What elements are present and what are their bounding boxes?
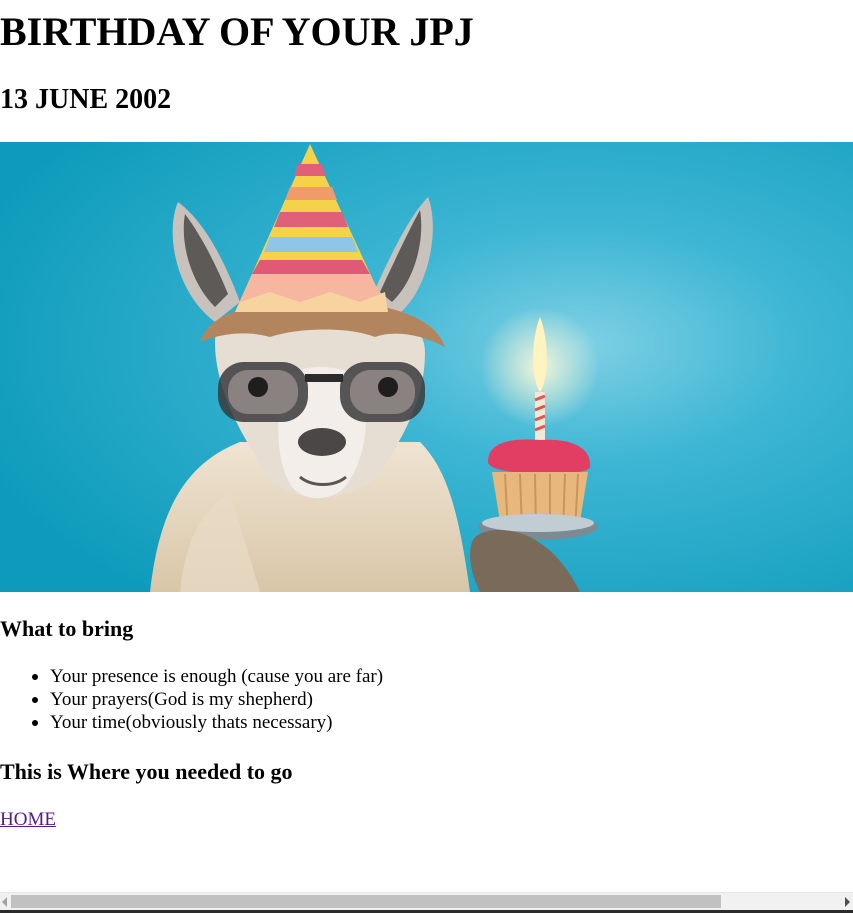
page-title: BIRTHDAY OF YOUR JPJ [0,9,474,54]
list-item: Your prayers(God is my shepherd) [0,688,383,711]
bullet-icon [32,697,38,703]
list-item-text: Your presence is enough (cause you are f… [50,666,384,687]
home-link[interactable]: HOME [0,808,56,831]
where-heading: This is Where you needed to go [0,759,293,784]
list-item: Your presence is enough (cause you are f… [0,665,383,688]
bring-list: Your presence is enough (cause you are f… [0,665,383,734]
scroll-right-arrow-icon[interactable] [845,897,850,907]
what-to-bring-heading: What to bring [0,616,134,641]
horizontal-scrollbar[interactable] [0,892,853,910]
birthday-llama-image [0,142,853,592]
list-item-text: Your time(obviously thats necessary) [50,712,333,733]
bullet-icon [32,720,38,726]
bullet-icon [32,674,38,680]
scrollbar-thumb[interactable] [11,895,721,908]
list-item: Your time(obviously thats necessary) [0,711,383,734]
page: BIRTHDAY OF YOUR JPJ 13 JUNE 2002 What t… [0,0,853,913]
list-item-text: Your prayers(God is my shepherd) [50,689,313,710]
event-date: 13 JUNE 2002 [0,84,172,115]
scroll-left-arrow-icon[interactable] [2,897,7,907]
